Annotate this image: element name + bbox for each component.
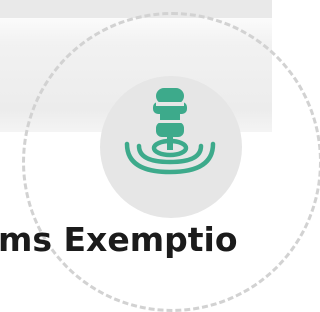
card-title: ms Exemptio — [0, 220, 238, 259]
push-pin-target-icon — [124, 88, 216, 175]
